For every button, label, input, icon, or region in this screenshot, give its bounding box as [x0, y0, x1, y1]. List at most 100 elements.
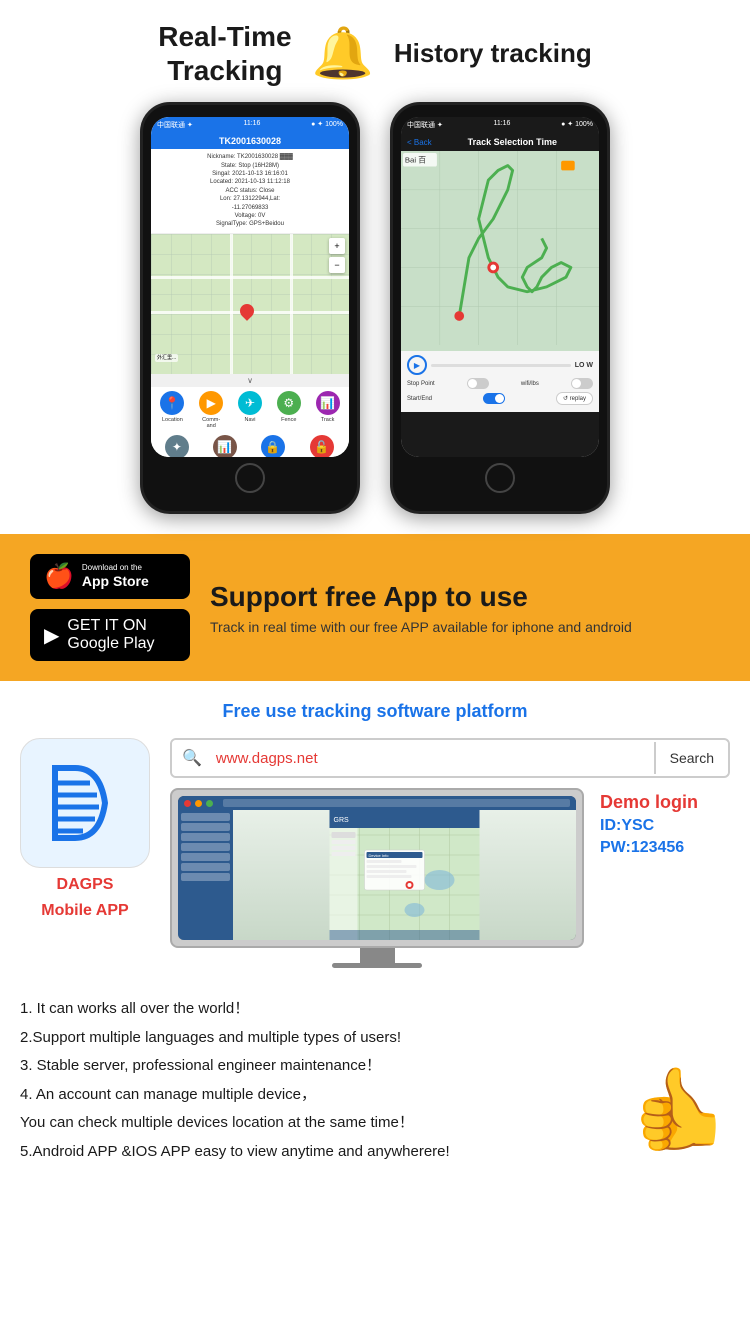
map-road — [230, 234, 233, 374]
navi-icon: ✈ — [238, 391, 262, 415]
defence-btn[interactable]: 🔒 Defence — [261, 435, 285, 457]
platform-content: GRS — [170, 788, 730, 968]
mil-icon: 📊 — [213, 435, 237, 457]
yellow-text: Support free App to use Track in real ti… — [210, 581, 720, 635]
phone1-home-button[interactable] — [235, 463, 265, 493]
start-end-label: Start/End — [407, 396, 432, 402]
sidebar-item — [181, 873, 230, 881]
monitor-main-area: GRS — [233, 810, 576, 940]
monitor-titlebar — [178, 796, 576, 810]
yellow-section: 🍎 Download on the App Store ▶ GET IT ON … — [0, 534, 750, 681]
zoom-in[interactable]: + — [329, 238, 345, 254]
map-road — [290, 234, 293, 374]
demo-title: Demo login — [600, 792, 730, 813]
sidebar-item — [181, 833, 230, 841]
phone2-back-btn[interactable]: < Back — [407, 138, 432, 147]
google-play-big-text: Google Play — [67, 635, 154, 653]
phone2-carrier: 中国联通 ✦ — [407, 120, 443, 130]
phone1-header: TK2001630028 — [151, 133, 349, 149]
start-end-toggle[interactable] — [483, 393, 505, 404]
phone1-map: + − 外汇里... — [151, 234, 349, 374]
support-description: Track in real time with our free APP ava… — [210, 619, 720, 635]
phone2-header: < Back Track Selection Time — [401, 133, 599, 151]
feature-4: 4. An account can manage multiple device… — [20, 1084, 600, 1107]
real-time-tracking-title: Real-Time Tracking — [158, 20, 291, 87]
features-row: 1. It can works all over the world！ 2.Su… — [20, 998, 730, 1169]
phone2-map: Bai 百 — [401, 151, 599, 351]
phone2-home-button[interactable] — [485, 463, 515, 493]
app-store-button[interactable]: 🍎 Download on the App Store — [30, 554, 190, 599]
phone1-info-line: -11.27069833 — [157, 204, 343, 212]
support-headline: Support free App to use — [210, 581, 720, 613]
stop-point-toggle[interactable] — [467, 378, 489, 389]
phone1-mockup: 中国联通 ✦ 11:16 ● ✦ 100% TK2001630028 Nickn… — [140, 102, 360, 514]
app-store-small-text: Download on the — [82, 563, 149, 573]
command-icon: ▶ — [199, 391, 223, 415]
top-section: Real-Time Tracking 🔔 History tracking 中国… — [0, 0, 750, 534]
command-btn[interactable]: ▶ Comm-and — [199, 391, 223, 429]
features-section: 1. It can works all over the world！ 2.Su… — [0, 988, 750, 1189]
phone1-btn-row2: ✦ Detail 📊 Mil 🔒 Defence 🔓 — [151, 433, 349, 457]
demo-login-column: Demo login ID:YSC PW:123456 — [600, 788, 730, 857]
feature-3: 3. Stable server, professional engineer … — [20, 1055, 600, 1078]
phone2-content: 中国联通 ✦ 11:16 ● ✦ 100% < Back Track Selec… — [401, 117, 599, 457]
phone2-time: 11:16 — [493, 120, 510, 130]
store-buttons: 🍎 Download on the App Store ▶ GET IT ON … — [30, 554, 190, 661]
platform-right: 🔍 www.dagps.net Search — [170, 738, 730, 968]
maximize-dot — [206, 800, 213, 807]
phone1-info-line: Lon: 27.13122944,Lat: — [157, 195, 343, 203]
track-icon: 📊 — [316, 391, 340, 415]
search-button[interactable]: Search — [654, 742, 728, 774]
phone1-info-line: Located: 2021-10-13 11:12:18 — [157, 178, 343, 186]
google-play-button[interactable]: ▶ GET IT ON Google Play — [30, 609, 190, 661]
sidebar-item — [181, 843, 230, 851]
location-icon: 📍 — [160, 391, 184, 415]
phone1-info-line: Nickname: TK2001630028 ▓▓▓ — [157, 153, 343, 161]
thumbs-up-icon: 👍 — [630, 1069, 730, 1149]
phone1-carrier: 中国联通 ✦ — [157, 120, 193, 130]
slider-track[interactable] — [431, 364, 571, 367]
app-logo-image — [20, 738, 150, 868]
apple-icon: 🍎 — [44, 562, 74, 591]
location-btn[interactable]: 📍 Location — [160, 391, 184, 429]
platform-section: Free use tracking software platform — [0, 681, 750, 988]
phone1-info-line: State: Stop (16H28M) — [157, 162, 343, 170]
phone2-slider-row: ▶ LO W — [407, 355, 593, 375]
search-url-text[interactable]: www.dagps.net — [212, 742, 654, 775]
monitor-screen: GRS — [178, 796, 576, 940]
phone1-info-line: SignalType: GPS+Beidou — [157, 220, 343, 228]
replay-button[interactable]: ↺ replay — [556, 392, 593, 405]
monitor-column: GRS — [170, 788, 584, 968]
defence-icon: 🔒 — [261, 435, 285, 457]
phone1-content: 中国联通 ✦ 11:16 ● ✦ 100% TK2001630028 Nickn… — [151, 117, 349, 457]
navi-btn[interactable]: ✈ Navi — [238, 391, 262, 429]
mobile-app-label: Mobile APP — [41, 902, 128, 920]
mil-btn[interactable]: 📊 Mil — [213, 435, 237, 457]
wifi-lbs-toggle[interactable] — [571, 378, 593, 389]
play-button[interactable]: ▶ — [407, 355, 427, 375]
google-play-text: GET IT ON Google Play — [67, 617, 154, 653]
phone1-info-line: ACC status: Close — [157, 187, 343, 195]
phone1-info: Nickname: TK2001630028 ▓▓▓ State: Stop (… — [151, 149, 349, 234]
phone2-mockup: 中国联通 ✦ 11:16 ● ✦ 100% < Back Track Selec… — [390, 102, 610, 514]
heading-left: Real-Time Tracking — [158, 20, 291, 87]
platform-title: Free use tracking software platform — [20, 701, 730, 722]
top-headings: Real-Time Tracking 🔔 History tracking — [10, 20, 740, 87]
minimize-dot — [195, 800, 202, 807]
start-end-row: Start/End ↺ replay — [407, 392, 593, 405]
phone1-battery: ● ✦ 100% — [311, 120, 343, 130]
zoom-out[interactable]: − — [329, 257, 345, 273]
demo-id: ID:YSC — [600, 817, 730, 835]
monitor-sidebar — [178, 810, 233, 940]
undefence-btn[interactable]: 🔓 unDefence — [308, 435, 335, 457]
detail-btn[interactable]: ✦ Detail — [165, 435, 189, 457]
detail-icon: ✦ — [165, 435, 189, 457]
expand-btn[interactable]: ∨ — [151, 374, 349, 387]
phone2-status-bar: 中国联通 ✦ 11:16 ● ✦ 100% — [401, 117, 599, 133]
track-btn[interactable]: 📊 Track — [316, 391, 340, 429]
phone1-btn-row1: 📍 Location ▶ Comm-and ✈ Navi ⚙ — [151, 387, 349, 433]
phone1-screen: 中国联通 ✦ 11:16 ● ✦ 100% TK2001630028 Nickn… — [151, 117, 349, 457]
fence-btn[interactable]: ⚙ Fence — [277, 391, 301, 429]
app-store-text: Download on the App Store — [82, 563, 149, 589]
wifi-lbs-label: wifi/lbs — [521, 381, 539, 387]
